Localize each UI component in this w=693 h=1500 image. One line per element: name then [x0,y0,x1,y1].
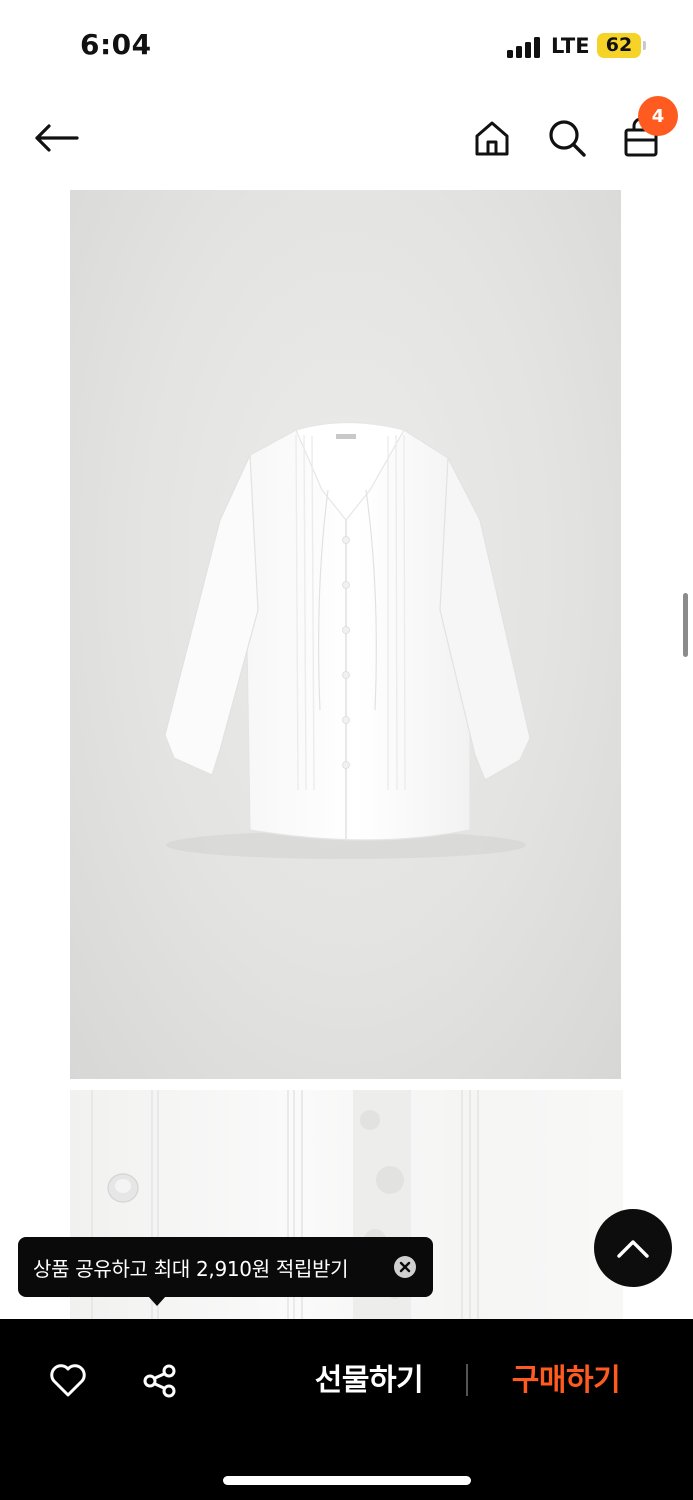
battery-icon: 62 [597,33,641,58]
gift-button[interactable]: 선물하기 [300,1359,438,1403]
top-navigation [0,92,693,190]
close-circle-icon[interactable] [393,1255,417,1279]
home-indicator[interactable] [223,1476,471,1485]
network-type: LTE [551,34,590,58]
back-arrow-icon[interactable] [32,114,80,162]
product-image-main[interactable] [70,190,621,1079]
battery-level: 62 [605,34,633,56]
product-detail-screen: 6:04 LTE 62 4 상품 공유하고 최대 2,910원 적립받기 선물하… [0,0,693,1500]
scroll-indicator[interactable] [683,593,688,657]
buy-button[interactable]: 구매하기 [497,1359,635,1403]
home-icon[interactable] [468,114,516,162]
status-bar: 6:04 LTE 62 [0,0,693,92]
share-button[interactable] [136,1357,184,1405]
heart-icon [50,1364,86,1397]
battery-cap [643,41,646,50]
chevron-up-icon [617,1240,649,1258]
wishlist-button[interactable] [44,1357,92,1405]
tooltip-text: 상품 공유하고 최대 2,910원 적립받기 [33,1257,349,1281]
blouse-illustration [164,421,531,859]
button-divider [466,1364,468,1396]
cart-count-badge: 4 [638,96,678,136]
scroll-to-top-button[interactable] [594,1209,672,1287]
search-icon[interactable] [543,114,591,162]
signal-icon [507,36,543,58]
status-time: 6:04 [80,28,152,61]
share-icon [143,1364,176,1398]
bottom-action-bar: 선물하기 구매하기 [0,1319,693,1500]
share-reward-tooltip: 상품 공유하고 최대 2,910원 적립받기 [18,1237,433,1297]
tooltip-arrow [148,1296,166,1306]
